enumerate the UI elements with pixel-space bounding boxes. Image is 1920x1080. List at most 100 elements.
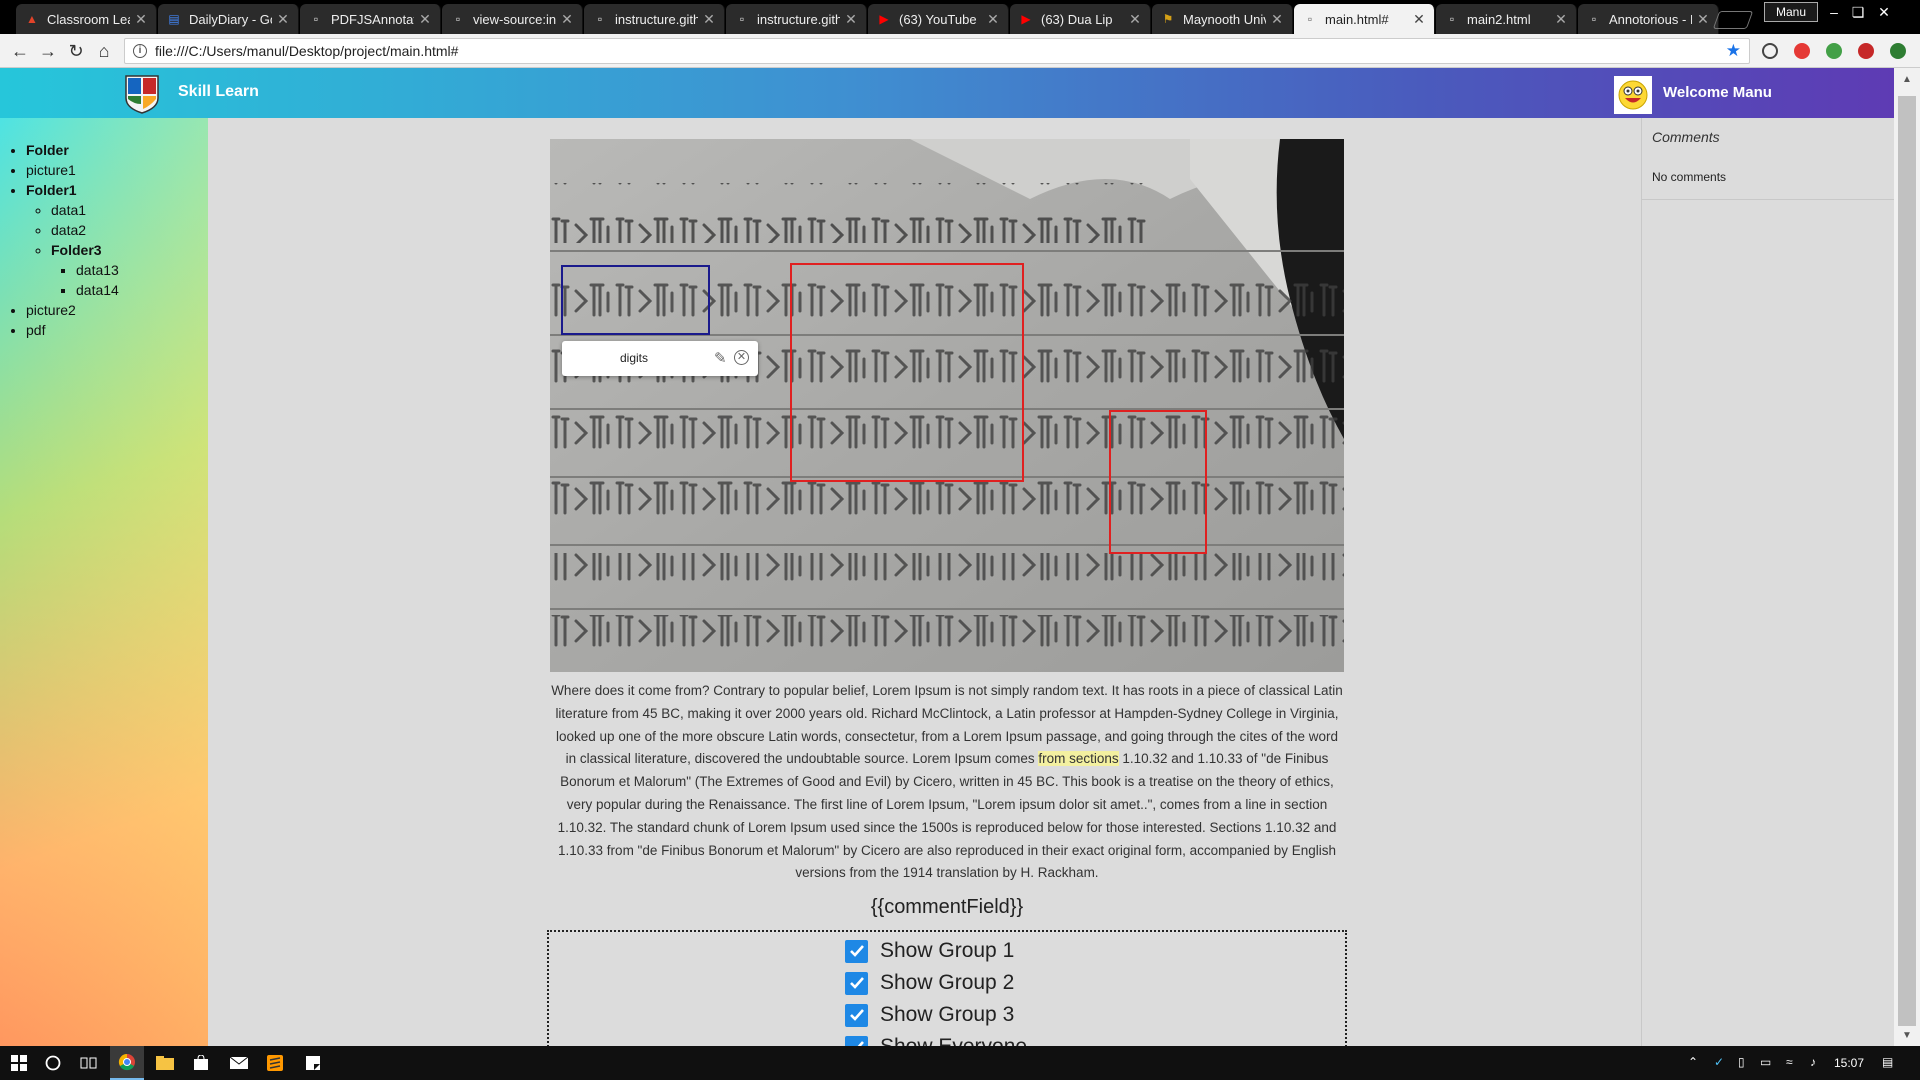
app-brand[interactable]: Skill Learn — [178, 83, 259, 101]
page-icon: ▫ — [313, 12, 319, 26]
annotation-box[interactable] — [790, 263, 1024, 482]
tab-close-icon[interactable]: ✕ — [702, 11, 716, 28]
app-logo-icon[interactable] — [124, 74, 160, 114]
task-view-icon[interactable] — [72, 1046, 106, 1080]
bluetooth-icon[interactable]: ✓ — [1714, 1055, 1724, 1069]
tree-item-data2[interactable]: data2 — [51, 220, 119, 240]
university-icon: ⚑ — [1162, 12, 1174, 26]
browser-tab[interactable]: ▫ Annotorious - I ✕ — [1578, 4, 1719, 34]
browser-tab[interactable]: ▫ instructure.gith ✕ — [584, 4, 725, 34]
sublime-text-icon[interactable] — [258, 1046, 292, 1080]
comment-field-placeholder: {{commentField}} — [870, 896, 1024, 918]
forward-icon[interactable]: → — [36, 40, 60, 62]
close-window-icon[interactable]: ✕ — [1872, 2, 1896, 22]
show-group-3-checkbox[interactable]: Show Group 3 — [845, 1002, 1014, 1028]
tab-close-icon[interactable]: ✕ — [1696, 11, 1710, 28]
tab-close-icon[interactable]: ✕ — [1270, 11, 1284, 28]
tab-close-icon[interactable]: ✕ — [418, 11, 432, 28]
bookmark-star-icon[interactable]: ★ — [1726, 41, 1741, 61]
page-icon: ▫ — [1307, 12, 1313, 26]
wifi-icon[interactable]: ≈ — [1786, 1055, 1793, 1069]
windows-start-icon[interactable] — [2, 1046, 36, 1080]
extension-update-icon[interactable] — [1890, 43, 1906, 59]
checkbox-checked-icon[interactable] — [845, 1003, 868, 1027]
avatar[interactable] — [1614, 76, 1652, 114]
reload-icon[interactable]: ↻ — [64, 40, 88, 62]
extension-record-icon[interactable] — [1794, 43, 1810, 59]
show-group-1-checkbox[interactable]: Show Group 1 — [845, 938, 1014, 964]
tree-item-pdf[interactable]: pdf — [26, 320, 119, 340]
tree-folder-folder1[interactable]: Folder1 data1 data2 Folder3 data13 data1… — [26, 180, 119, 300]
tree-item-data13[interactable]: data13 — [76, 260, 119, 280]
browser-tab-strip: ▲ Classroom Lear ✕ ▤ DailyDiary - Go ✕ ▫ PDFJSA… — [0, 0, 1920, 34]
browser-tab[interactable]: ▫ view-source:ins ✕ — [442, 4, 583, 34]
extension-grammarly-icon[interactable] — [1826, 43, 1842, 59]
notifications-icon[interactable]: ▤ — [1882, 1055, 1893, 1069]
mail-icon[interactable] — [222, 1046, 256, 1080]
group-label: Show Group 3 — [880, 1003, 1015, 1026]
annotation-box[interactable] — [1109, 410, 1207, 554]
tab-close-icon[interactable]: ✕ — [134, 11, 148, 28]
file-explorer-icon[interactable] — [148, 1046, 182, 1080]
scroll-up-icon[interactable]: ▲ — [1894, 74, 1920, 85]
browser-tab[interactable]: ▫ main.html# ✕ — [1294, 4, 1435, 34]
home-icon[interactable]: ⌂ — [92, 40, 116, 62]
new-tab-button[interactable] — [1712, 11, 1754, 29]
profile-button[interactable]: Manu — [1764, 2, 1818, 22]
smiley-avatar-icon — [1618, 80, 1648, 110]
tree-label: picture2 — [26, 302, 76, 318]
battery-icon[interactable]: ▭ — [1760, 1055, 1771, 1069]
browser-tab[interactable]: ▫ main2.html ✕ — [1436, 4, 1577, 34]
volume-icon[interactable]: ♪ — [1810, 1055, 1816, 1069]
tree-item-data1[interactable]: data1 — [51, 200, 119, 220]
tab-close-icon[interactable]: ✕ — [844, 11, 858, 28]
minimize-icon[interactable]: – — [1822, 2, 1846, 22]
annotation-box-selected[interactable] — [561, 265, 710, 335]
show-group-2-checkbox[interactable]: Show Group 2 — [845, 970, 1014, 996]
tab-title: (63) Dua Lip — [1041, 11, 1113, 27]
tab-close-icon[interactable]: ✕ — [276, 11, 290, 28]
back-icon[interactable]: ← — [8, 40, 32, 62]
chrome-taskbar-icon[interactable] — [110, 1046, 144, 1080]
page-scrollbar[interactable]: ▲ ▼ — [1894, 68, 1920, 1046]
tab-close-icon[interactable]: ✕ — [1554, 11, 1568, 28]
tree-item-picture2[interactable]: picture2 — [26, 300, 119, 320]
search-cortana-icon[interactable] — [36, 1046, 70, 1080]
tab-close-icon[interactable]: ✕ — [560, 11, 574, 28]
taskbar-clock[interactable]: 15:07 — [1834, 1056, 1864, 1070]
tab-close-icon[interactable]: ✕ — [1128, 11, 1142, 28]
site-info-icon[interactable]: i — [133, 44, 147, 58]
group-label: Show Group 2 — [880, 971, 1015, 994]
tray-chevron-icon[interactable]: ⌃ — [1688, 1055, 1698, 1069]
tree-folder-folder3[interactable]: Folder3 data13 data14 — [51, 240, 119, 300]
browser-tab[interactable]: ▶ (63) Dua Lip ✕ — [1010, 4, 1151, 34]
store-icon[interactable] — [184, 1046, 218, 1080]
extension-circle-icon[interactable] — [1762, 43, 1778, 59]
tree-item-data14[interactable]: data14 — [76, 280, 119, 300]
checkbox-checked-icon[interactable] — [845, 971, 868, 995]
annotatable-image[interactable] — [550, 139, 1344, 672]
delete-circle-icon[interactable]: ✕ — [734, 350, 749, 365]
tab-close-icon[interactable]: ✕ — [1412, 11, 1426, 28]
tree-folder-root[interactable]: Folder — [26, 140, 119, 160]
annotation-popup: digits ✎ ✕ — [562, 341, 758, 376]
browser-tab[interactable]: ▫ instructure.gith ✕ — [726, 4, 867, 34]
sticky-notes-icon[interactable] — [296, 1046, 330, 1080]
restore-icon[interactable]: ❏ — [1846, 2, 1870, 22]
address-bar[interactable]: i file:///C:/Users/manul/Desktop/project… — [124, 38, 1750, 64]
edit-pencil-icon[interactable]: ✎ — [714, 349, 727, 367]
scroll-down-icon[interactable]: ▼ — [1894, 1030, 1920, 1041]
extension-ublock-icon[interactable] — [1858, 43, 1874, 59]
checkbox-checked-icon[interactable] — [845, 939, 868, 963]
browser-tab[interactable]: ▲ Classroom Lear ✕ — [16, 4, 157, 34]
tree-item-picture1[interactable]: picture1 — [26, 160, 119, 180]
browser-tab[interactable]: ▶ (63) YouTube ✕ — [868, 4, 1009, 34]
browser-tab[interactable]: ▫ PDFJSAnnotate✕ — [300, 4, 441, 34]
device-icon[interactable]: ▯ — [1738, 1055, 1745, 1069]
tab-close-icon[interactable]: ✕ — [986, 11, 1000, 28]
browser-tab[interactable]: ▤ DailyDiary - Go ✕ — [158, 4, 299, 34]
text-highlight[interactable]: from sections — [1038, 751, 1119, 767]
browser-tab[interactable]: ⚑ Maynooth Univ ✕ — [1152, 4, 1293, 34]
page-icon: ▫ — [1591, 12, 1597, 26]
scrollbar-thumb[interactable] — [1898, 96, 1916, 1026]
